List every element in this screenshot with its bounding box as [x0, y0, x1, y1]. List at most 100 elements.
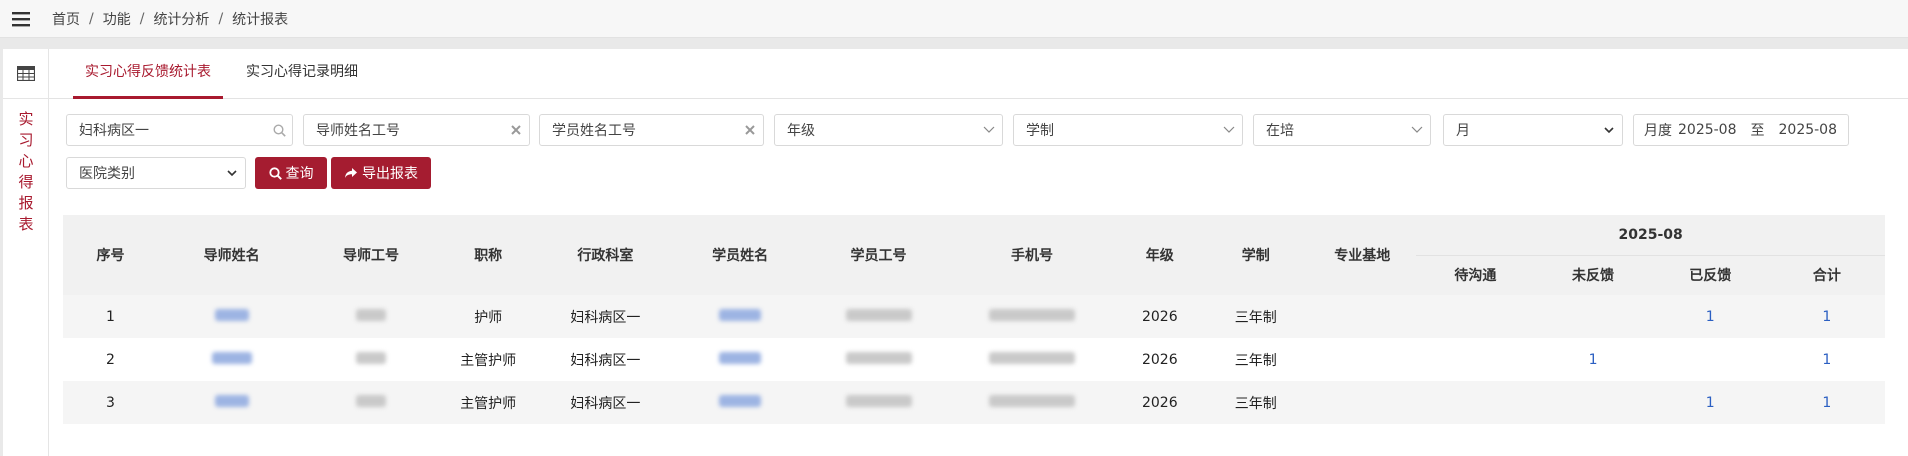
cell-phone — [947, 381, 1117, 424]
student-input[interactable]: 学员姓名工号 — [539, 114, 764, 146]
cell-mentor-id — [305, 381, 437, 424]
cell-mentor-id — [305, 338, 437, 381]
header-department: 行政科室 — [539, 215, 671, 295]
grade-select[interactable]: 年级 — [774, 114, 1003, 146]
breadcrumb-item-statistics[interactable]: 统计分析 — [153, 9, 209, 29]
table-icon[interactable] — [3, 49, 49, 99]
cell-student-name[interactable] — [671, 381, 810, 424]
chevron-down-icon — [219, 169, 245, 177]
department-input[interactable]: 妇科病区一 — [66, 114, 293, 146]
cell-index: 2 — [63, 338, 158, 381]
header-system: 学制 — [1203, 215, 1309, 295]
breadcrumb: 首页 / 功能 / 统计分析 / 统计报表 — [52, 9, 289, 29]
search-icon — [268, 166, 282, 180]
share-icon — [345, 168, 357, 178]
tab-record-details[interactable]: 实习心得记录明细 — [234, 49, 370, 99]
month-to-label: 至 — [1750, 123, 1765, 139]
cell-grade: 2026 — [1116, 295, 1204, 338]
header-phone: 手机号 — [947, 215, 1117, 295]
menu-icon[interactable] — [2, 0, 40, 38]
cell-mentor-name[interactable] — [157, 381, 306, 424]
header-index: 序号 — [63, 215, 158, 295]
cell-student-id — [809, 295, 948, 338]
sidebar-vertical-label: 实 习 心 得 报 表 — [18, 110, 34, 233]
header-fed-back: 已反馈 — [1651, 255, 1769, 295]
mentor-input[interactable]: 导师姓名工号 — [303, 114, 530, 146]
cell-phone — [947, 338, 1117, 381]
header-no-feedback: 未反馈 — [1534, 255, 1652, 295]
cell-fed-back[interactable]: 1 — [1651, 295, 1769, 338]
month-to[interactable]: 2025-08 — [1779, 122, 1838, 138]
cell-student-name[interactable] — [671, 295, 810, 338]
cell-department: 妇科病区一 — [539, 295, 671, 338]
report-table: 序号 导师姓名 导师工号 职称 行政科室 学员姓名 学员工号 手机号 年级 学制… — [63, 215, 1885, 424]
cell-fed-back[interactable] — [1651, 338, 1769, 381]
cell-student-id — [809, 338, 948, 381]
table-row: 1 护师 妇科病区一 2026 三年制 1 1 — [63, 295, 1885, 338]
header-title: 职称 — [436, 215, 540, 295]
cell-base — [1308, 381, 1417, 424]
header-mentor-name: 导师姓名 — [157, 215, 306, 295]
cell-title: 护师 — [436, 295, 540, 338]
cell-grade: 2026 — [1116, 338, 1204, 381]
cell-system: 三年制 — [1203, 338, 1309, 381]
cell-no-feedback[interactable] — [1534, 381, 1652, 424]
cell-mentor-name[interactable] — [157, 338, 306, 381]
status-select[interactable]: 在培 — [1253, 114, 1431, 146]
cell-total[interactable]: 1 — [1768, 381, 1885, 424]
month-range-input[interactable]: 月度 2025-08 至 2025-08 — [1633, 114, 1849, 146]
tab-feedback-statistics[interactable]: 实习心得反馈统计表 — [73, 49, 223, 99]
cell-grade: 2026 — [1116, 381, 1204, 424]
cell-base — [1308, 338, 1417, 381]
cell-system: 三年制 — [1203, 295, 1309, 338]
month-label: 月度 — [1644, 123, 1672, 139]
header-grade: 年级 — [1116, 215, 1204, 295]
month-from[interactable]: 2025-08 — [1678, 122, 1737, 138]
breadcrumb-item-function[interactable]: 功能 — [103, 9, 131, 29]
clear-icon[interactable] — [503, 125, 529, 135]
header-student-id: 学员工号 — [809, 215, 948, 295]
cell-fed-back[interactable]: 1 — [1651, 381, 1769, 424]
clear-icon[interactable] — [737, 125, 763, 135]
search-icon — [266, 123, 292, 137]
breadcrumb-item-home[interactable]: 首页 — [52, 9, 80, 29]
cell-department: 妇科病区一 — [539, 381, 671, 424]
chevron-down-icon — [1216, 126, 1242, 134]
header-pending: 待沟通 — [1416, 255, 1535, 295]
cell-total[interactable]: 1 — [1768, 295, 1885, 338]
breadcrumb-item-report: 统计报表 — [232, 11, 289, 28]
search-button[interactable]: 查询 — [255, 157, 327, 189]
cell-mentor-name[interactable] — [157, 295, 306, 338]
header-student-name: 学员姓名 — [671, 215, 810, 295]
cell-pending — [1416, 295, 1535, 338]
header-base: 专业基地 — [1308, 215, 1417, 295]
export-button[interactable]: 导出报表 — [331, 157, 431, 189]
top-bar: 首页 / 功能 / 统计分析 / 统计报表 — [0, 0, 1908, 38]
cell-mentor-id — [305, 295, 437, 338]
cell-phone — [947, 295, 1117, 338]
chevron-down-icon — [1596, 126, 1622, 134]
chevron-down-icon — [1404, 126, 1430, 134]
cell-no-feedback[interactable]: 1 — [1534, 338, 1652, 381]
cell-title: 主管护师 — [436, 338, 540, 381]
chevron-down-icon — [976, 126, 1002, 134]
cell-index: 1 — [63, 295, 158, 338]
cell-total[interactable]: 1 — [1768, 338, 1885, 381]
cell-title: 主管护师 — [436, 381, 540, 424]
tab-bar: 实习心得反馈统计表 实习心得记录明细 — [49, 49, 1908, 99]
period-select[interactable]: 月 — [1443, 114, 1623, 146]
header-month-group: 2025-08 — [1416, 215, 1885, 256]
hospital-type-select[interactable]: 医院类别 — [66, 157, 246, 189]
header-total: 合计 — [1768, 255, 1885, 295]
cell-pending — [1416, 338, 1535, 381]
cell-index: 3 — [63, 381, 158, 424]
cell-department: 妇科病区一 — [539, 338, 671, 381]
table-row: 2 主管护师 妇科病区一 2026 三年制 1 1 — [63, 338, 1885, 381]
cell-system: 三年制 — [1203, 381, 1309, 424]
header-mentor-id: 导师工号 — [305, 215, 437, 295]
cell-pending — [1416, 381, 1535, 424]
system-select[interactable]: 学制 — [1013, 114, 1243, 146]
cell-no-feedback[interactable] — [1534, 295, 1652, 338]
cell-student-name[interactable] — [671, 338, 810, 381]
cell-student-id — [809, 381, 948, 424]
